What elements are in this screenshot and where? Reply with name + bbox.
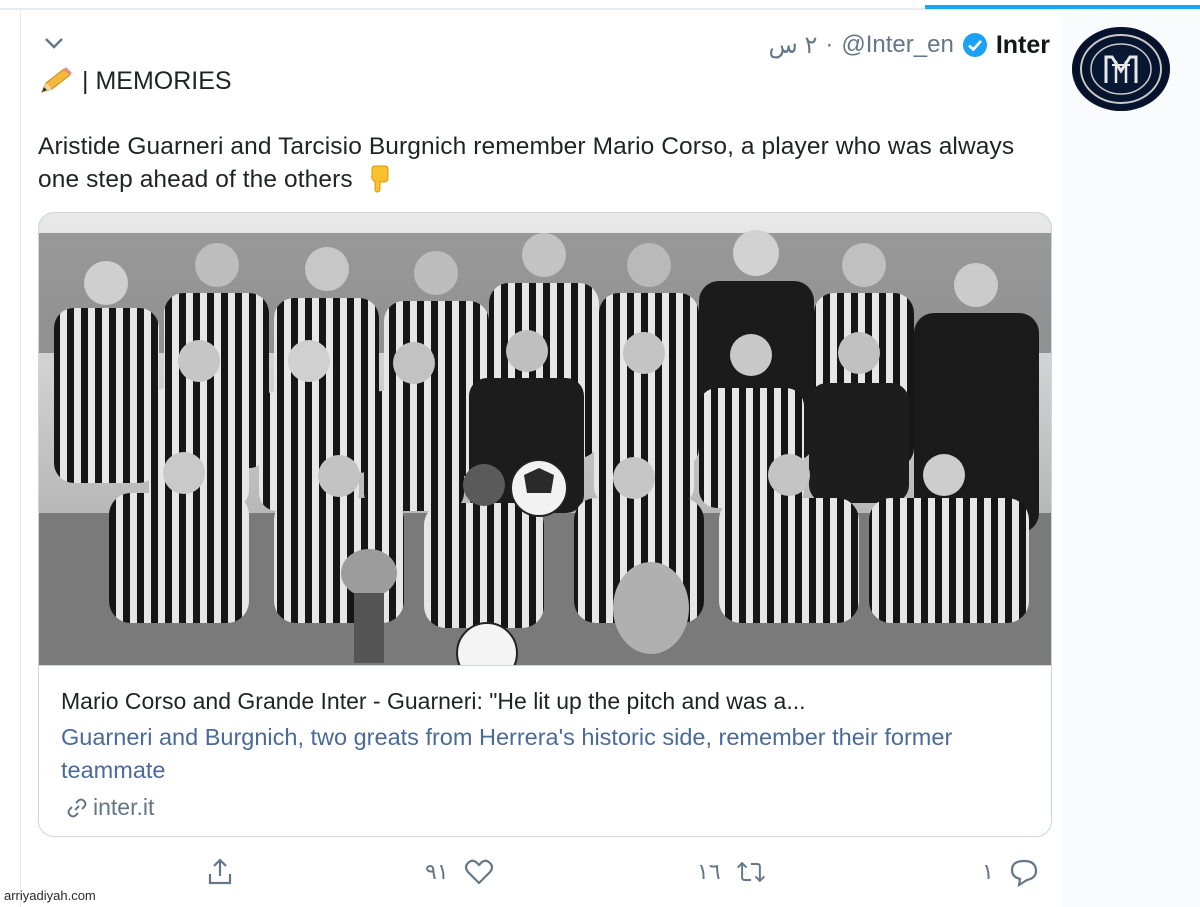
card-domain-text: inter.it [93, 794, 155, 820]
tweet-header: ٢ س · @Inter_en Inter [769, 30, 1050, 60]
reply-button[interactable]: ١ [982, 852, 1040, 892]
tweet-text: Aristide Guarneri and Tarcisio Burgnich … [38, 130, 1058, 196]
card-domain[interactable]: inter.it [65, 794, 154, 821]
retweet-icon [736, 861, 765, 883]
link-preview-card[interactable]: Mario Corso and Grande Inter - Guarneri:… [38, 212, 1052, 837]
chevron-down-icon[interactable] [44, 36, 64, 50]
profile-avatar[interactable] [1072, 27, 1170, 111]
card-image[interactable] [39, 213, 1051, 684]
tweet-timestamp[interactable]: ٢ س [769, 31, 818, 60]
side-pane [1061, 10, 1200, 907]
category-label: | MEMORIES [82, 66, 232, 95]
site-watermark: arriyadiyah.com [4, 888, 96, 903]
team-photo [39, 213, 1051, 684]
share-icon [208, 858, 232, 885]
card-body[interactable]: Mario Corso and Grande Inter - Guarneri:… [39, 665, 1051, 836]
tweet-category-line: | MEMORIES [38, 66, 232, 96]
heart-icon [464, 859, 493, 885]
pointing-down-emoji-icon [370, 165, 389, 193]
user-display-name[interactable]: Inter [996, 31, 1050, 60]
retweet-button[interactable]: ١٦ [697, 852, 767, 892]
verified-badge-icon [962, 33, 987, 57]
active-tab-indicator [925, 5, 1200, 9]
share-button[interactable] [204, 852, 236, 892]
like-button[interactable]: ٩١ [425, 852, 495, 892]
header-separator: · [825, 31, 834, 58]
retweet-count: ١٦ [697, 859, 721, 884]
user-handle[interactable]: @Inter_en [841, 31, 953, 59]
inter-logo-icon [1080, 34, 1162, 104]
card-title[interactable]: Mario Corso and Grande Inter - Guarneri:… [61, 688, 806, 715]
reply-icon [1010, 859, 1037, 888]
like-count: ٩١ [425, 859, 449, 884]
pencil-emoji-icon [41, 67, 72, 93]
tweet-body: Aristide Guarneri and Tarcisio Burgnich … [38, 133, 1015, 193]
tweet-action-bar: ٩١ ١٦ ١ [0, 852, 1200, 892]
link-icon [67, 798, 87, 817]
card-description: Guarneri and Burgnich, two greats from H… [61, 724, 953, 783]
reply-count: ١ [982, 859, 994, 884]
